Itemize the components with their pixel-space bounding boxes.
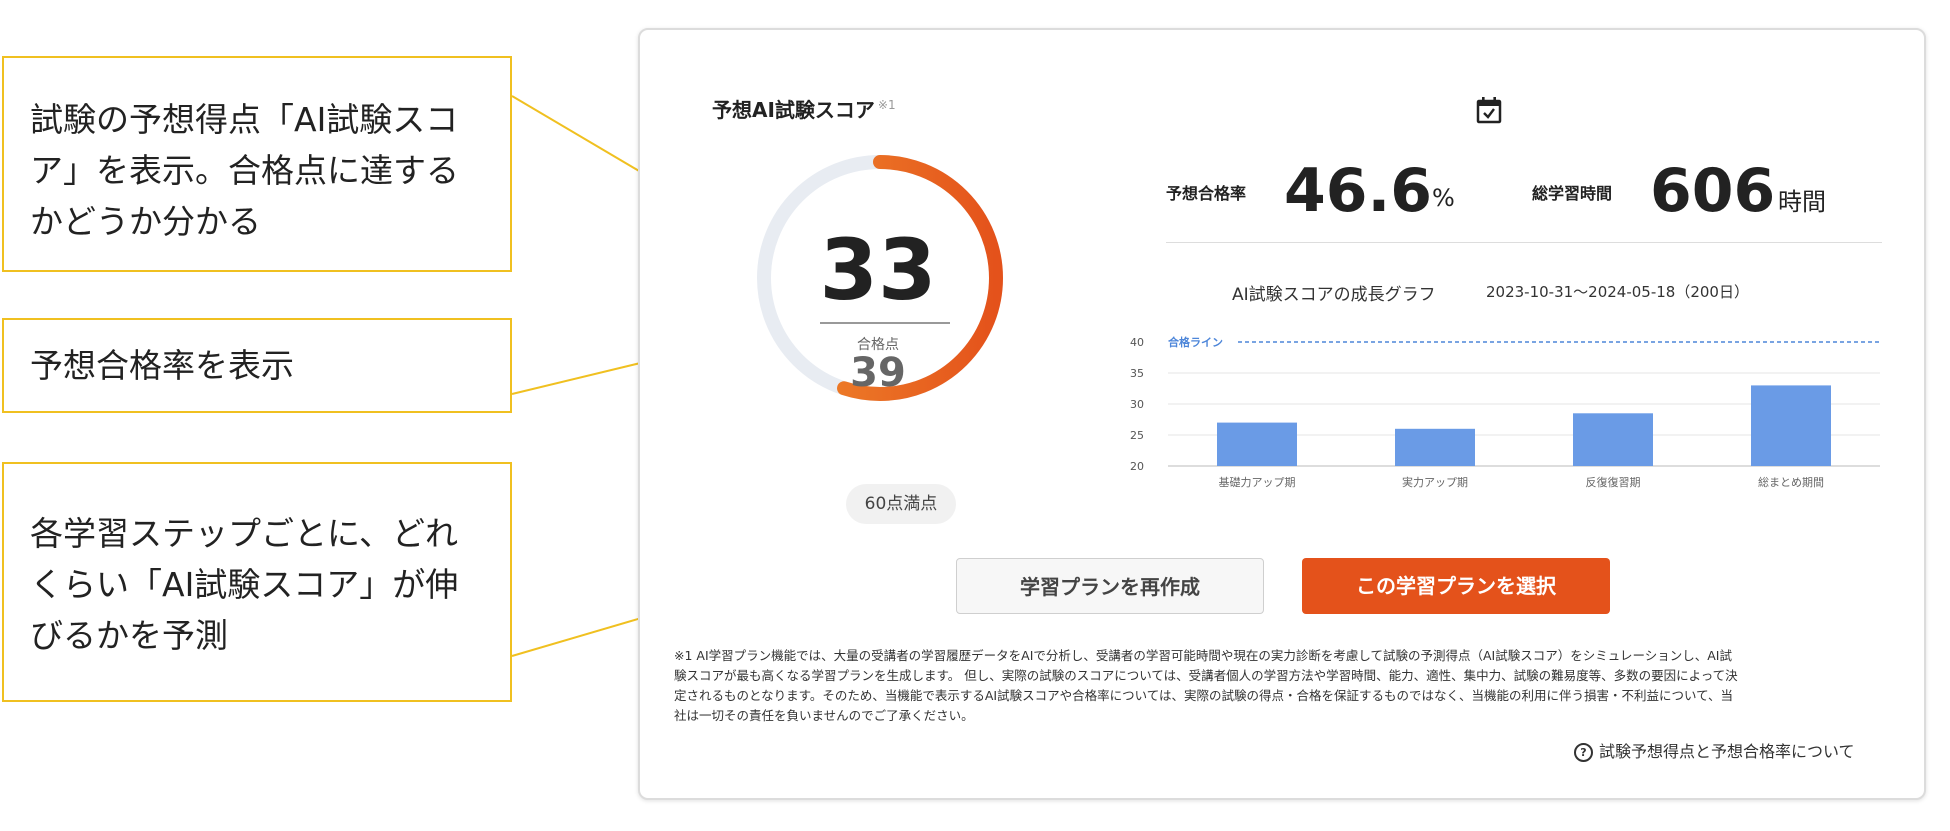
question-circle-icon: ? [1574, 743, 1593, 762]
score-note: ※1 [877, 98, 896, 113]
x-tick-label: 総まとめ期間 [1758, 475, 1824, 489]
callout-line: 試験の予想得点「AI試験スコ [30, 100, 459, 139]
pass-line-label: 合格ライン [1168, 335, 1223, 349]
select-plan-button[interactable]: この学習プランを選択 [1302, 558, 1610, 614]
gauge-divider [820, 322, 950, 324]
callout-ai-score: 試験の予想得点「AI試験スコ ア」を表示。合格点に達する かどうか分かる [2, 56, 512, 272]
study-hours-value: 606 [1650, 156, 1776, 226]
ai-score-card: 予想AI試験スコア ※1 33 合格点 39 60点満点 予想合格率 46.6 %… [638, 28, 1926, 800]
study-hours-unit: 時間 [1778, 188, 1826, 216]
pass-rate-value: 46.6 [1284, 156, 1433, 226]
callout-line: 予想合格率を表示 [30, 346, 294, 385]
callout-line: かどうか分かる [30, 202, 261, 241]
y-tick-label: 25 [1130, 429, 1144, 442]
y-tick-label: 30 [1130, 398, 1144, 411]
chart-bar [1573, 413, 1653, 466]
callout-line: ア」を表示。合格点に達する [30, 151, 459, 190]
remake-plan-button[interactable]: 学習プランを再作成 [956, 558, 1264, 614]
study-hours-label: 総学習時間 [1532, 184, 1613, 203]
score-title-text: 予想AI試験スコア [712, 98, 875, 122]
chart-bar [1751, 385, 1831, 466]
pass-score-value: 39 [850, 350, 906, 396]
pass-rate-label: 予想合格率 [1166, 184, 1247, 203]
disclaimer-line: 社は一切その責任を負いませんのでご了承ください。 [674, 708, 974, 723]
x-tick-label: 基礎力アップ期 [1219, 476, 1296, 489]
callout-pass-rate: 予想合格率を表示 [2, 318, 512, 413]
disclaimer: ※1 AI学習プラン機能では、大量の受講者の学習履歴データをAIで分析し、受講者… [674, 646, 1890, 726]
callout-line: くらい「AI試験スコア」が伸 [30, 565, 459, 604]
chart-date-range: 2023-10-31〜2024-05-18（200日） [1486, 283, 1749, 301]
chart-bar [1395, 428, 1475, 466]
callout-line: 各学習ステップごとに、どれ [30, 514, 459, 553]
chart-bar [1217, 422, 1297, 466]
x-tick-label: 反復復習期 [1586, 476, 1641, 489]
help-link-text[interactable]: 試験予想得点と予想合格率について [1599, 742, 1855, 761]
score-value: 33 [819, 221, 937, 319]
disclaimer-line: 験スコアが最も高くなる学習プランを生成します。 但し、実際の試験のスコアについて… [674, 668, 1738, 683]
stats-divider [1166, 242, 1882, 243]
y-tick-label: 40 [1130, 336, 1144, 349]
score-title: 予想AI試験スコア ※1 [712, 94, 896, 123]
callout-line: びるかを予測 [30, 616, 228, 655]
max-score-badge: 60点満点 [846, 484, 956, 524]
pass-rate-unit: % [1432, 184, 1455, 212]
score-growth-chart: 20 25 30 35 40 合格ライン基礎力アップ期 実力アップ期 反復復習期 総まとめ期間 [1130, 335, 1880, 489]
x-tick-label: 実力アップ期 [1402, 475, 1468, 489]
y-tick-label: 35 [1130, 367, 1144, 380]
chart-title: AI試験スコアの成長グラフ [1232, 285, 1436, 305]
calendar-icon[interactable] [1476, 96, 1502, 124]
disclaimer-line: 定されるものとなります。そのため、当機能で表示するAI試験スコアや合格率について… [674, 688, 1733, 703]
callout-growth: 各学習ステップごとに、どれ くらい「AI試験スコア」が伸 びるかを予測 [2, 462, 512, 702]
help-link[interactable]: ? 試験予想得点と予想合格率について [1574, 738, 1855, 762]
y-tick-label: 20 [1130, 460, 1144, 473]
disclaimer-line: ※1 AI学習プラン機能では、大量の受講者の学習履歴データをAIで分析し、受講者… [674, 648, 1732, 663]
